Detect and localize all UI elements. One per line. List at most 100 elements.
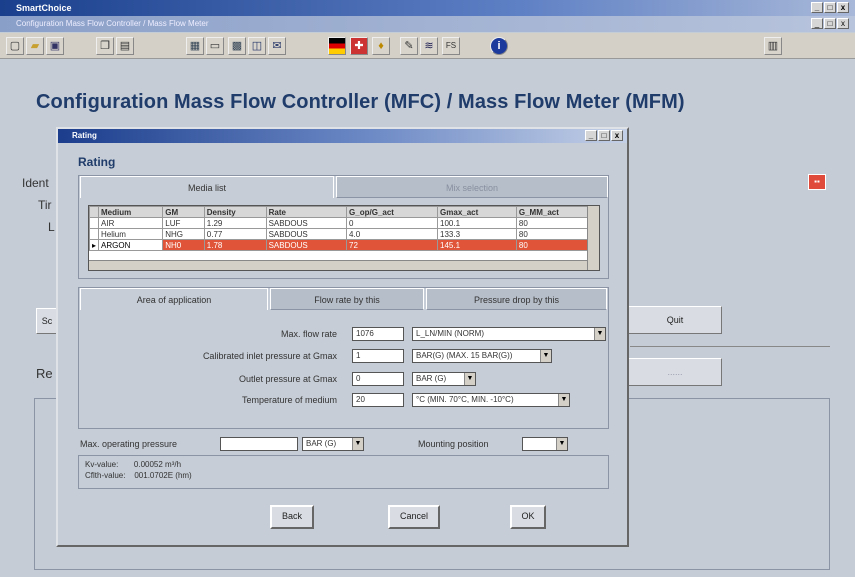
back-button[interactable]: Back [270,505,314,529]
col-gmax[interactable]: Gmax_act [437,206,517,218]
bg-label-tir: Tir [38,198,52,212]
cell-medium[interactable]: ARGON [98,239,164,251]
max-op-unit-select[interactable]: BAR (G) ▼ [302,437,364,451]
cell-medium: Helium [98,228,164,240]
pin-icon[interactable]: ♦ [372,37,390,55]
cell-g2: 133.3 [437,228,517,240]
document-title: Configuration Mass Flow Controller / Mas… [16,19,209,28]
disabled-button[interactable]: ...... [628,358,722,386]
horizontal-scrollbar[interactable] [89,260,587,270]
flow-icon[interactable]: ≋ [420,37,438,55]
app-title-bar: SmartChoice _ □ x [0,0,855,16]
ok-button[interactable]: OK [510,505,546,529]
cell-gm: NH0 [162,239,205,251]
dialog-maximize-button[interactable]: □ [598,130,610,141]
cell-density: 1.29 [203,217,267,229]
col-density[interactable]: Density [203,206,267,218]
doc-maximize-button[interactable]: □ [824,18,836,29]
maximize-button[interactable]: □ [824,2,836,13]
inlet-pressure-input[interactable]: 1 [352,349,404,363]
table-header: Medium GM Density Rate G_op/G_act Gmax_a… [88,206,600,218]
cell-g2: 100.1 [437,217,517,229]
tab-mix-selection[interactable]: Mix selection [336,176,608,198]
flag-uk-icon[interactable]: ✚ [350,37,368,55]
dialog-title: Rating [72,131,97,140]
cancel-button[interactable]: Cancel [388,505,440,529]
temperature-input[interactable]: 20 [352,393,404,407]
info-icon[interactable]: i [490,37,508,55]
cell-rate: SABDOUS [265,239,348,251]
doc-close-button[interactable]: x [837,18,849,29]
table-row[interactable]: AIR LUF 1.29 SABDOUS 0 100.1 80 [88,217,600,229]
bg-label-l: L [48,220,55,234]
chevron-down-icon: ▼ [540,350,551,362]
vertical-scrollbar[interactable] [587,206,599,270]
dialog-close-button[interactable]: x [611,130,623,141]
chevron-down-icon: ▼ [556,438,567,450]
label-mounting-position: Mounting position [418,439,489,449]
inlet-unit-select[interactable]: BAR(G) (MAX. 15 BAR(G)) ▼ [412,349,552,363]
close-red-icon[interactable]: ▪▪ [808,174,826,190]
tools-icon[interactable]: ✎ [400,37,418,55]
table-row-selected[interactable]: ▸ ARGON NH0 1.78 SABDOUS 72 145.1 80 [88,239,600,251]
cell-g1: 72 [346,239,439,251]
cell-g1: 4.0 [346,228,439,240]
doc-minimize-button[interactable]: _ [811,18,823,29]
max-flow-rate-input[interactable]: 1076 [352,327,404,341]
cell-g1: 0 [346,217,439,229]
fs-icon[interactable]: FS [442,37,460,55]
mounting-position-select[interactable]: ▼ [522,437,568,451]
quit-button[interactable]: Quit [628,306,722,334]
copy-icon[interactable]: ❐ [96,37,114,55]
label-outlet-pressure: Outlet pressure at Gmax [238,374,337,384]
save-icon[interactable]: ▣ [46,37,64,55]
page-title: Configuration Mass Flow Controller (MFC)… [36,91,685,113]
rating-dialog: Rating _ □ x Rating Media list Mix selec… [56,127,629,547]
label-max-operating-pressure: Max. operating pressure [80,439,178,449]
tab-flow-rate[interactable]: Flow rate by this [270,288,424,310]
tab-pressure-drop[interactable]: Pressure drop by this [426,288,607,310]
app-title: SmartChoice [16,3,72,13]
cell-gm: NHG [162,228,205,240]
col-rate[interactable]: Rate [265,206,348,218]
chevron-down-icon: ▼ [594,328,605,340]
window-icon[interactable]: ◫ [248,37,266,55]
flow-unit-select[interactable]: L_LN/MIN (NORM) ▼ [412,327,606,341]
open-icon[interactable]: ▰ [26,37,44,55]
temperature-unit-select[interactable]: °C (MIN. 70°C, MIN. -10°C) ▼ [412,393,570,407]
outlet-pressure-input[interactable]: 0 [352,372,404,386]
dialog-minimize-button[interactable]: _ [585,130,597,141]
col-medium[interactable]: Medium [98,206,164,218]
grid-icon[interactable]: ▩ [228,37,246,55]
col-g-op[interactable]: G_op/G_act [346,206,439,218]
cell-rate: SABDOUS [265,217,348,229]
tab-media-list[interactable]: Media list [80,176,334,198]
kv-value: Kv-value: 0.00052 m³/h [85,460,182,469]
window-controls: _ □ x [811,2,849,13]
max-operating-pressure-input[interactable] [220,437,298,451]
flag-de-icon[interactable] [328,37,346,55]
outlet-unit-select[interactable]: BAR (G) ▼ [412,372,476,386]
cflth-value: Cflth-value: 001.0702E (hm) [85,471,192,480]
document-window-controls: _ □ x [811,18,849,29]
cell-g2: 145.1 [437,239,517,251]
label-inlet-pressure: Calibrated inlet pressure at Gmax [202,351,337,361]
dialog-window-controls: _ □ x [585,130,623,141]
print-icon[interactable]: ▭ [206,37,224,55]
chevron-down-icon: ▼ [352,438,363,450]
bg-label-ident: Ident [22,176,49,190]
minimize-button[interactable]: _ [811,2,823,13]
paste-icon[interactable]: ▤ [116,37,134,55]
chart-icon[interactable]: ▦ [186,37,204,55]
mail-icon[interactable]: ✉ [268,37,286,55]
col-gm[interactable]: GM [162,206,205,218]
divider [630,346,830,347]
new-icon[interactable]: ▢ [6,37,24,55]
table-row[interactable]: Helium NHG 0.77 SABDOUS 4.0 133.3 80 [88,228,600,240]
tab-area-of-application[interactable]: Area of application [80,288,268,310]
bg-button-sc[interactable]: Sc [36,308,58,334]
cell-density: 0.77 [203,228,267,240]
cell-rate: SABDOUS [265,228,348,240]
close-button[interactable]: x [837,2,849,13]
exit-icon[interactable]: ▥ [764,37,782,55]
